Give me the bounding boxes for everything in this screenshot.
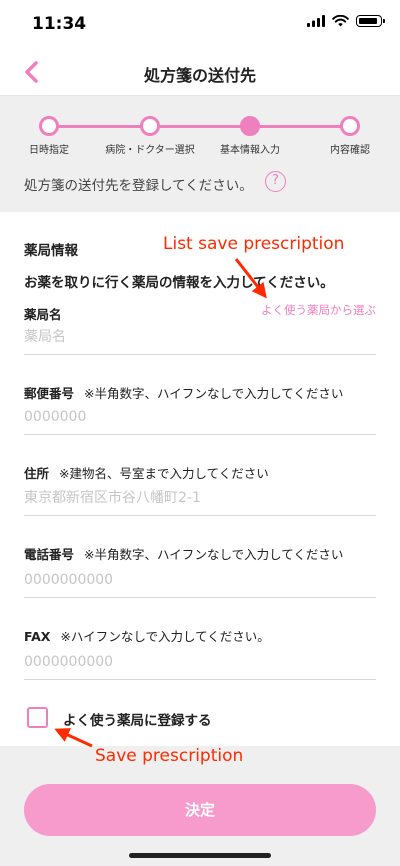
step-3-label: 基本情報入力 xyxy=(220,145,280,156)
signal-icon xyxy=(307,15,325,27)
help-icon[interactable]: ? xyxy=(265,171,286,192)
step-4-label: 内容確認 xyxy=(330,145,370,156)
home-indicator xyxy=(129,853,271,858)
step-4-dot xyxy=(340,116,360,136)
fax-label: FAX ※ハイフンなしで入力してください。 xyxy=(24,629,270,644)
page-title: 処方箋の送付先 xyxy=(143,66,256,85)
battery-icon xyxy=(356,15,385,27)
progress-stepper: 日時指定 病院・ドクター選択 基本情報入力 内容確認 処方箋の送付先を登録してく… xyxy=(0,96,400,212)
status-icons xyxy=(307,15,385,27)
fax-note: ※ハイフンなしで入力してください。 xyxy=(60,629,270,644)
phone-label: 電話番号 ※半角数字、ハイフンなしで入力してください xyxy=(24,547,344,562)
section-title: 薬局情報 xyxy=(24,243,78,259)
save-pharmacy-label: よく使う薬局に登録する xyxy=(63,713,212,729)
address-note: ※建物名、号室まで入力してください xyxy=(59,466,269,481)
stepper-line xyxy=(49,125,350,128)
status-time: 11:34 xyxy=(32,14,87,34)
annotation-list-save: List save prescription xyxy=(163,234,345,254)
wifi-icon xyxy=(332,15,349,27)
submit-button[interactable]: 決定 xyxy=(24,784,376,836)
phone-input[interactable] xyxy=(24,562,376,598)
favorite-pharmacy-link[interactable]: よく使う薬局から選ぶ xyxy=(261,302,376,318)
step-2-label: 病院・ドクター選択 xyxy=(105,145,195,156)
save-pharmacy-checkbox[interactable] xyxy=(27,707,48,728)
address-input[interactable] xyxy=(24,480,376,516)
section-description: お薬を取りに行く薬局の情報を入力してください。 xyxy=(24,275,334,291)
step-3-dot xyxy=(240,116,260,136)
step-1-label: 日時指定 xyxy=(29,145,69,156)
step-1-dot xyxy=(39,116,59,136)
pharmacy-name-input[interactable] xyxy=(24,319,376,355)
postal-code-input[interactable] xyxy=(24,399,376,435)
phone-note: ※半角数字、ハイフンなしで入力してください xyxy=(84,547,344,562)
pharmacy-form: 薬局情報 お薬を取りに行く薬局の情報を入力してください。 薬局名 よく使う薬局か… xyxy=(0,212,400,746)
annotation-save: Save prescription xyxy=(95,746,244,766)
fax-input[interactable] xyxy=(24,644,376,680)
instruction-text: 処方箋の送付先を登録してください。 xyxy=(24,178,253,194)
step-2-dot xyxy=(140,116,160,136)
nav-bar: 処方箋の送付先 xyxy=(0,48,400,96)
status-bar: 11:34 xyxy=(0,0,400,48)
